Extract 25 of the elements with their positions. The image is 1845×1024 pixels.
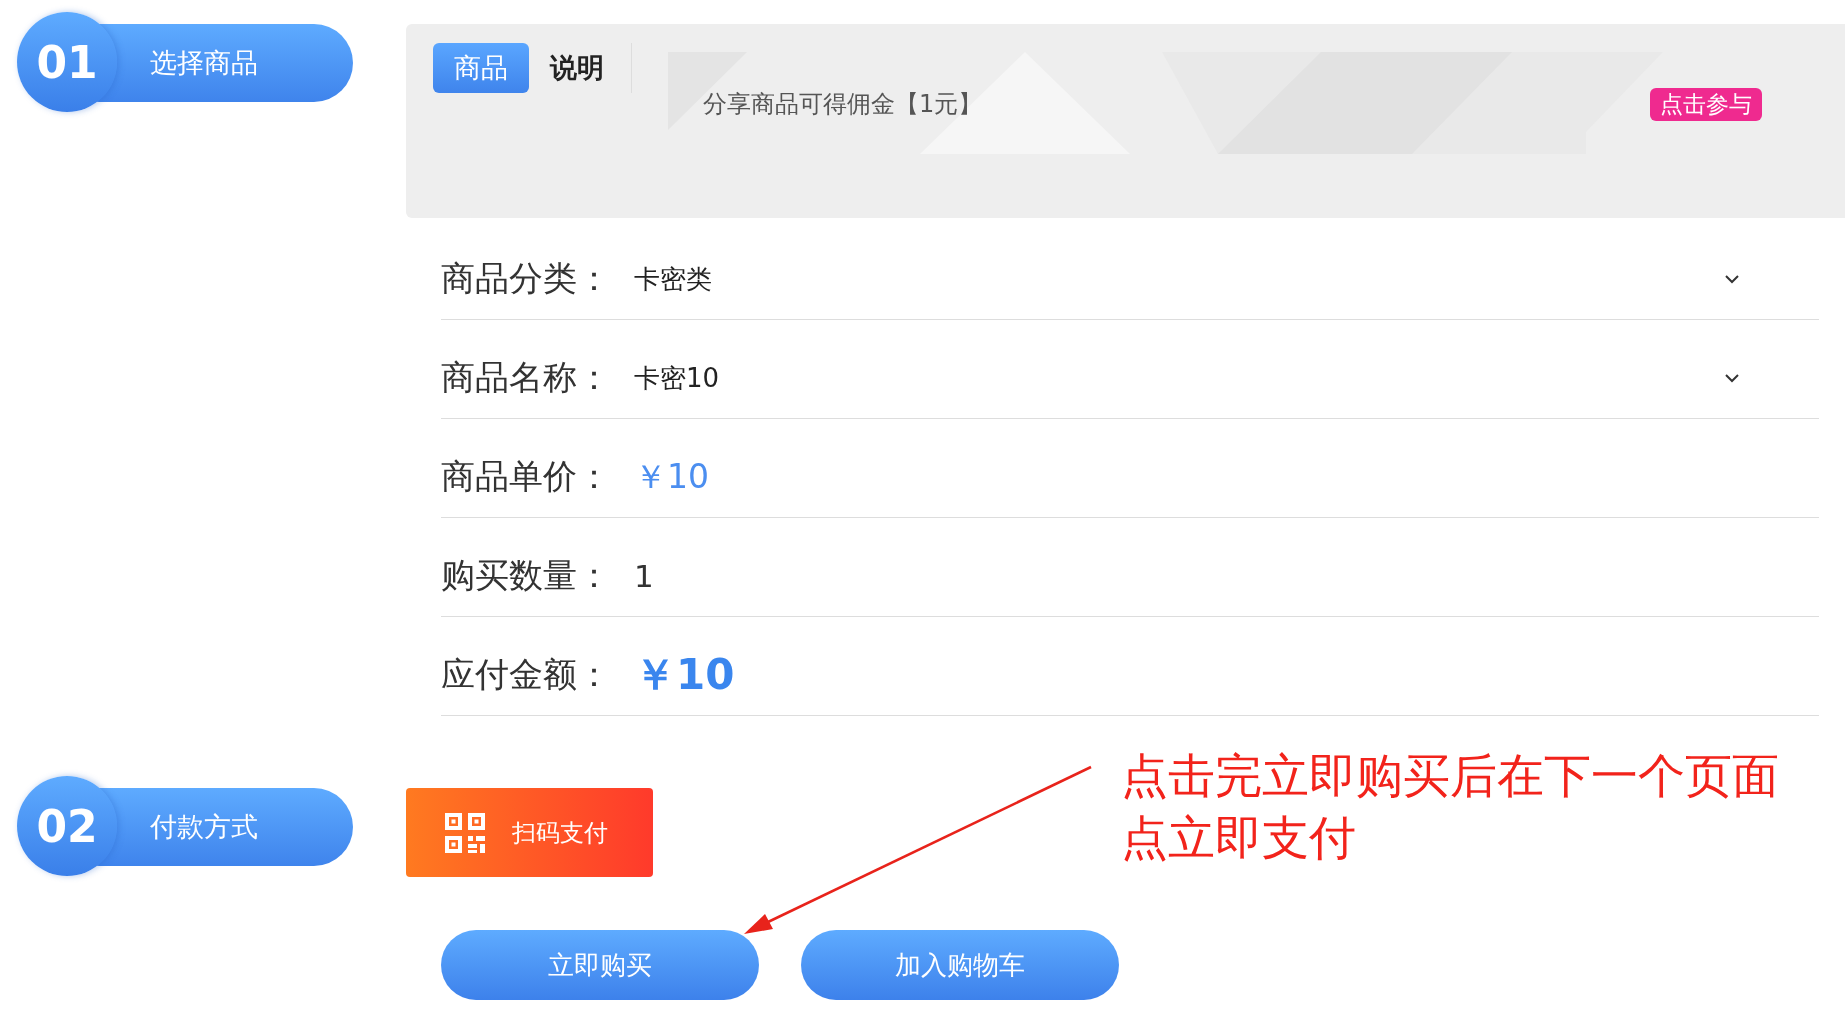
tab[interactable]: 说明	[529, 43, 625, 93]
chevron-down-icon	[1724, 274, 1740, 284]
annotation-note: 点击完立即购买后在下一个页面点立即支付	[1121, 747, 1780, 867]
add-to-cart-button[interactable]: 加入购物车	[801, 930, 1119, 1000]
quantity-value: 1	[634, 558, 654, 594]
tab[interactable]: 商品	[433, 43, 529, 93]
total-amount: ￥10	[634, 649, 735, 701]
step-number: 02	[17, 776, 117, 876]
field-label: 商品名称：	[441, 356, 612, 399]
buy-now-button[interactable]: 立即购买	[441, 930, 759, 1000]
qr-code-icon	[445, 812, 485, 853]
field-label: 应付金额：	[441, 653, 612, 696]
step-number: 01	[17, 12, 117, 112]
dropdown-field[interactable]: 卡密类	[634, 261, 1740, 297]
field-label: 商品单价：	[441, 455, 612, 498]
field-label: 购买数量：	[441, 554, 612, 597]
step-title: 付款方式	[150, 810, 258, 844]
dropdown-field[interactable]: 卡密10	[634, 360, 1740, 396]
unit-price: ￥10	[634, 455, 709, 498]
field-label: 商品分类：	[441, 257, 612, 300]
scan-pay-option[interactable]: 扫码支付	[406, 788, 653, 877]
step-title: 选择商品	[150, 46, 258, 80]
join-link[interactable]: 点击参与	[1650, 87, 1762, 121]
chevron-down-icon	[1724, 373, 1740, 383]
promo-text: 分享商品可得佣金【1元】	[703, 89, 983, 120]
